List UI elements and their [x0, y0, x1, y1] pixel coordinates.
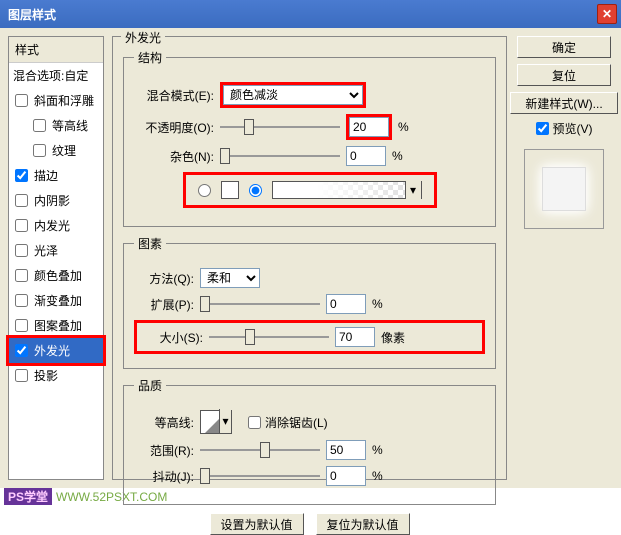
close-icon: ✕ — [602, 7, 612, 21]
blend-mode-label: 混合模式(E): — [134, 87, 214, 104]
style-checkbox[interactable] — [15, 244, 28, 257]
style-checkbox[interactable] — [15, 194, 28, 207]
style-item[interactable]: 外发光 — [9, 338, 103, 363]
jitter-slider[interactable] — [200, 467, 320, 485]
style-label: 描边 — [34, 167, 58, 184]
spread-input[interactable] — [326, 294, 366, 314]
style-label: 颜色叠加 — [34, 267, 82, 284]
jitter-input[interactable] — [326, 466, 366, 486]
style-item[interactable]: 渐变叠加 — [9, 288, 103, 313]
style-label: 斜面和浮雕 — [34, 92, 94, 109]
style-checkbox[interactable] — [15, 169, 28, 182]
antialias-label: 消除锯齿(L) — [265, 414, 328, 431]
opacity-label: 不透明度(O): — [134, 119, 214, 136]
style-checkbox[interactable] — [33, 144, 46, 157]
noise-unit: % — [392, 149, 403, 163]
style-checkbox[interactable] — [15, 369, 28, 382]
style-label: 投影 — [34, 367, 58, 384]
antialias-checkbox[interactable] — [248, 416, 261, 429]
style-item[interactable]: 等高线 — [9, 113, 103, 138]
footer-tag: PS学堂 — [4, 488, 52, 505]
opacity-slider[interactable] — [220, 118, 340, 136]
opacity-input[interactable] — [349, 117, 389, 137]
style-item[interactable]: 颜色叠加 — [9, 263, 103, 288]
gradient-swatch[interactable]: ▾ — [272, 181, 422, 199]
style-label: 光泽 — [34, 242, 58, 259]
struct-legend: 结构 — [134, 49, 166, 66]
technique-select[interactable]: 柔和 — [200, 268, 260, 288]
gradient-radio[interactable] — [249, 184, 262, 197]
noise-label: 杂色(N): — [134, 148, 214, 165]
chevron-down-icon[interactable]: ▾ — [405, 181, 421, 199]
range-slider[interactable] — [200, 441, 320, 459]
cancel-button[interactable]: 复位 — [517, 64, 611, 86]
style-checkbox[interactable] — [15, 344, 28, 357]
style-label: 外发光 — [34, 342, 70, 359]
styles-header: 样式 — [9, 37, 103, 63]
chevron-down-icon[interactable]: ▾ — [219, 409, 231, 433]
blend-options-item[interactable]: 混合选项:自定 — [9, 63, 103, 88]
preview-swatch — [542, 167, 586, 211]
size-slider[interactable] — [209, 328, 329, 346]
quality-legend: 品质 — [134, 377, 166, 394]
style-checkbox[interactable] — [15, 219, 28, 232]
style-item[interactable]: 内发光 — [9, 213, 103, 238]
style-item[interactable]: 内阴影 — [9, 188, 103, 213]
preview-checkbox[interactable] — [536, 122, 549, 135]
solid-color-radio[interactable] — [198, 184, 211, 197]
style-label: 内阴影 — [34, 192, 70, 209]
size-unit: 像素 — [381, 329, 405, 346]
effect-title: 外发光 — [121, 29, 165, 46]
jitter-label: 抖动(J): — [134, 468, 194, 485]
blend-options-label: 混合选项:自定 — [13, 67, 88, 84]
style-label: 等高线 — [52, 117, 88, 134]
style-item[interactable]: 光泽 — [9, 238, 103, 263]
style-label: 内发光 — [34, 217, 70, 234]
elem-legend: 图素 — [134, 235, 166, 252]
style-checkbox[interactable] — [15, 94, 28, 107]
technique-label: 方法(Q): — [134, 270, 194, 287]
ok-button[interactable]: 确定 — [517, 36, 611, 58]
size-input[interactable] — [335, 327, 375, 347]
new-style-button[interactable]: 新建样式(W)... — [510, 92, 618, 114]
spread-unit: % — [372, 297, 383, 311]
style-item[interactable]: 描边 — [9, 163, 103, 188]
size-label: 大小(S): — [143, 329, 203, 346]
range-unit: % — [372, 443, 383, 457]
contour-picker[interactable]: ▾ — [200, 410, 232, 434]
solid-color-swatch[interactable] — [221, 181, 239, 199]
style-checkbox[interactable] — [33, 119, 46, 132]
style-item[interactable]: 斜面和浮雕 — [9, 88, 103, 113]
preview-area — [524, 149, 604, 229]
spread-slider[interactable] — [200, 295, 320, 313]
style-label: 纹理 — [52, 142, 76, 159]
window-title: 图层样式 — [4, 6, 597, 23]
style-item[interactable]: 投影 — [9, 363, 103, 388]
reset-default-button[interactable]: 复位为默认值 — [316, 513, 410, 535]
contour-label: 等高线: — [134, 414, 194, 431]
style-checkbox[interactable] — [15, 269, 28, 282]
jitter-unit: % — [372, 469, 383, 483]
spread-label: 扩展(P): — [134, 296, 194, 313]
style-checkbox[interactable] — [15, 319, 28, 332]
blend-mode-select[interactable]: 颜色减淡 — [223, 85, 363, 105]
make-default-button[interactable]: 设置为默认值 — [210, 513, 304, 535]
style-checkbox[interactable] — [15, 294, 28, 307]
range-label: 范围(R): — [134, 442, 194, 459]
preview-label: 预览(V) — [553, 120, 593, 137]
style-label: 渐变叠加 — [34, 292, 82, 309]
opacity-unit: % — [398, 120, 409, 134]
style-label: 图案叠加 — [34, 317, 82, 334]
noise-slider[interactable] — [220, 147, 340, 165]
close-button[interactable]: ✕ — [597, 4, 617, 24]
range-input[interactable] — [326, 440, 366, 460]
noise-input[interactable] — [346, 146, 386, 166]
style-item[interactable]: 纹理 — [9, 138, 103, 163]
